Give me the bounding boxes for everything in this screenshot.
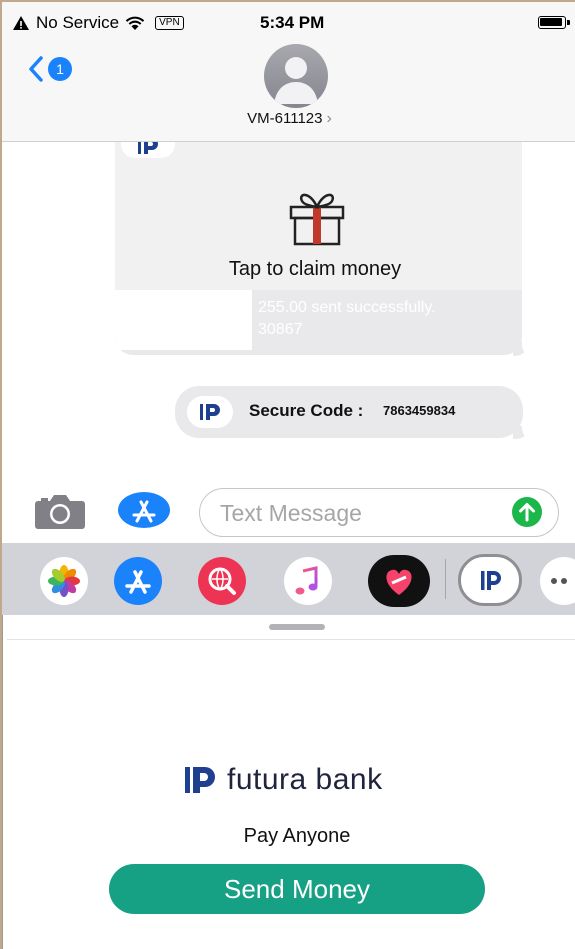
music-icon[interactable] bbox=[284, 557, 332, 605]
conversation-header: 1 VM-611123 › bbox=[2, 42, 575, 142]
futura-logo-icon bbox=[187, 396, 233, 428]
card-caption-line-2: 30867 bbox=[258, 321, 303, 338]
unread-badge: 1 bbox=[48, 57, 72, 81]
person-icon bbox=[274, 57, 318, 104]
secure-code-label: Secure Code : bbox=[249, 401, 364, 420]
gift-icon bbox=[289, 193, 345, 246]
bank-logo: futura bank bbox=[183, 763, 383, 797]
vpn-badge: VPN bbox=[155, 16, 184, 30]
secure-code-message[interactable]: Secure Code : 7863459834 bbox=[175, 386, 523, 438]
contact-name[interactable]: VM-611123 › bbox=[2, 110, 575, 128]
chevron-left-icon bbox=[29, 56, 43, 82]
status-left: No Service VPN bbox=[12, 13, 184, 33]
claim-money-card[interactable]: Tap to claim money 255.00 sent successfu… bbox=[115, 142, 522, 355]
futura-logo-icon bbox=[121, 142, 175, 158]
app-store-button[interactable] bbox=[117, 491, 171, 529]
contact-label: VM-611123 bbox=[247, 110, 323, 127]
bubble-tail-mask bbox=[522, 423, 534, 440]
secure-code-value: 7863459834 bbox=[383, 403, 456, 418]
bubble-tail-mask bbox=[522, 339, 534, 357]
bank-sheet: futura bank Pay Anyone Send Money bbox=[7, 615, 575, 949]
battery-tip bbox=[567, 20, 570, 25]
heart-stickers-icon[interactable] bbox=[368, 555, 430, 607]
futura-bank-app-icon[interactable] bbox=[458, 554, 522, 606]
card-caption-line-1: 255.00 sent successfully. bbox=[258, 299, 436, 316]
message-input[interactable] bbox=[220, 499, 500, 527]
web-search-icon[interactable] bbox=[198, 557, 246, 605]
message-field[interactable] bbox=[199, 488, 559, 537]
drawer-separator bbox=[445, 559, 446, 599]
redacted-area bbox=[115, 290, 252, 350]
status-time: 5:34 PM bbox=[260, 13, 325, 32]
futura-logo-icon bbox=[185, 767, 215, 793]
chevron-right-icon: › bbox=[326, 110, 332, 127]
arrow-up-icon bbox=[519, 503, 535, 522]
bank-name: futura bank bbox=[227, 763, 383, 796]
more-icon[interactable] bbox=[540, 557, 575, 605]
sheet-divider bbox=[7, 639, 575, 640]
card-caption: 255.00 sent successfully. 30867 bbox=[258, 297, 436, 341]
send-money-button[interactable]: Send Money bbox=[109, 864, 485, 914]
wifi-icon bbox=[125, 16, 145, 30]
app-drawer bbox=[2, 543, 575, 615]
contact-avatar[interactable] bbox=[264, 44, 328, 108]
battery-icon bbox=[538, 16, 566, 29]
card-image: Tap to claim money bbox=[115, 142, 522, 290]
camera-icon[interactable] bbox=[34, 492, 86, 530]
claim-text: Tap to claim money bbox=[228, 258, 402, 280]
photos-icon[interactable] bbox=[40, 557, 88, 605]
sheet-grabber[interactable] bbox=[269, 624, 325, 630]
app-store-icon[interactable] bbox=[114, 557, 162, 605]
carrier-label: No Service bbox=[36, 13, 120, 32]
pay-anyone-label: Pay Anyone bbox=[243, 825, 351, 847]
warning-icon bbox=[13, 16, 29, 30]
send-button[interactable] bbox=[512, 497, 542, 527]
status-bar: No Service VPN 5:34 PM bbox=[2, 2, 575, 42]
back-button[interactable]: 1 bbox=[28, 54, 84, 84]
screen: No Service VPN 5:34 PM 1 VM-611123 › Tap… bbox=[0, 0, 575, 949]
